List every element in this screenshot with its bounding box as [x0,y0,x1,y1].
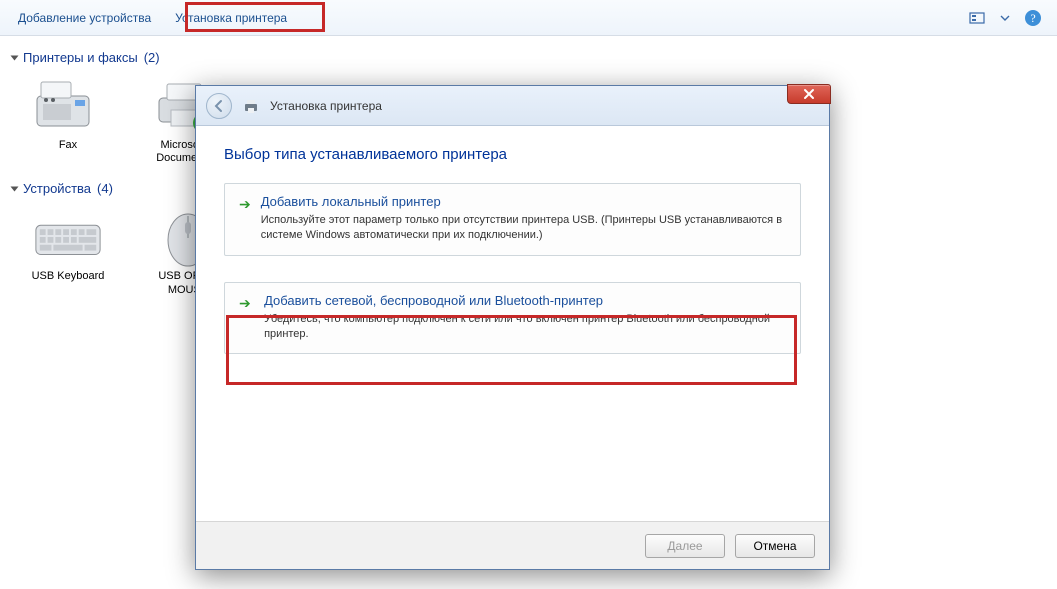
help-icon[interactable]: ? [1023,8,1043,28]
section-devices-title: Устройства [23,181,91,196]
section-printers-header[interactable]: Принтеры и факсы (2) [12,50,1045,65]
wizard-footer: Далее Отмена [196,521,829,569]
cancel-button[interactable]: Отмена [735,534,815,558]
option-add-local-printer[interactable]: ➔ Добавить локальный принтер Используйте… [224,183,801,256]
wizard-body: Выбор типа устанавливаемого принтера ➔ Д… [196,126,829,390]
close-button[interactable] [787,84,831,104]
section-devices-count: (4) [97,181,113,196]
chevron-down-icon[interactable] [995,8,1015,28]
toolbar-install-printer[interactable]: Установка принтера [163,5,299,31]
keyboard-icon [32,206,104,266]
option-desc: Используйте этот параметр только при отс… [261,213,786,243]
arrow-right-icon: ➔ [239,295,254,312]
device-keyboard[interactable]: USB Keyboard [22,206,114,296]
svg-text:?: ? [1030,11,1035,25]
option-title: Добавить локальный принтер [261,194,786,209]
option-desc: Убедитесь, что компьютер подключен к сет… [264,312,786,342]
toolbar-add-device[interactable]: Добавление устройства [6,5,163,31]
wizard-heading: Выбор типа устанавливаемого принтера [224,146,801,163]
arrow-right-icon: ➔ [239,196,251,213]
device-label: USB Keyboard [32,270,105,283]
printer-icon [242,97,260,115]
add-printer-wizard: Установка принтера Выбор типа устанавлив… [195,85,830,570]
wizard-titlebar: Установка принтера [196,86,829,126]
device-label: Fax [59,139,77,152]
collapse-icon [11,55,19,60]
back-button[interactable] [206,93,232,119]
section-printers-count: (2) [144,50,160,65]
next-button[interactable]: Далее [645,534,725,558]
view-options-icon[interactable] [967,8,987,28]
device-fax[interactable]: Fax [22,75,114,165]
option-add-network-printer[interactable]: ➔ Добавить сетевой, беспроводной или Blu… [224,282,801,355]
option-title: Добавить сетевой, беспроводной или Bluet… [264,293,786,308]
fax-icon [32,75,104,135]
toolbar-right: ? [967,8,1051,28]
collapse-icon [11,186,19,191]
wizard-title-text: Установка принтера [270,99,382,113]
toolbar: Добавление устройства Установка принтера… [0,0,1057,36]
section-printers-title: Принтеры и факсы [23,50,138,65]
